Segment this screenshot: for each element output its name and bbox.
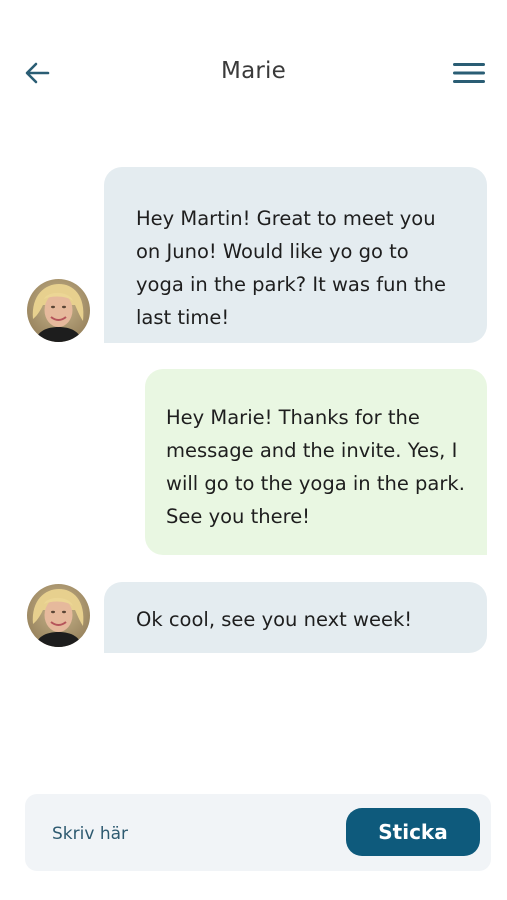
message-text: Hey Martin! Great to meet you on Juno! W… [136,207,446,329]
avatar[interactable] [27,279,90,342]
profile-photo [27,279,90,342]
message-text: Ok cool, see you next week! [136,608,413,631]
incoming-message: Hey Martin! Great to meet you on Juno! W… [104,167,487,343]
outgoing-message: Hey Marie! Thanks for the message and th… [145,369,487,555]
message-text: Hey Marie! Thanks for the message and th… [166,406,465,528]
menu-button[interactable] [450,58,488,88]
avatar[interactable] [27,584,90,647]
incoming-message: Ok cool, see you next week! [104,582,487,653]
message-composer: Sticka [25,794,491,871]
send-button[interactable]: Sticka [346,808,480,856]
hamburger-menu-icon [453,63,485,83]
chat-header: Marie [0,0,507,130]
chat-title: Marie [221,58,286,84]
message-input[interactable] [52,821,332,847]
profile-photo [27,584,90,647]
